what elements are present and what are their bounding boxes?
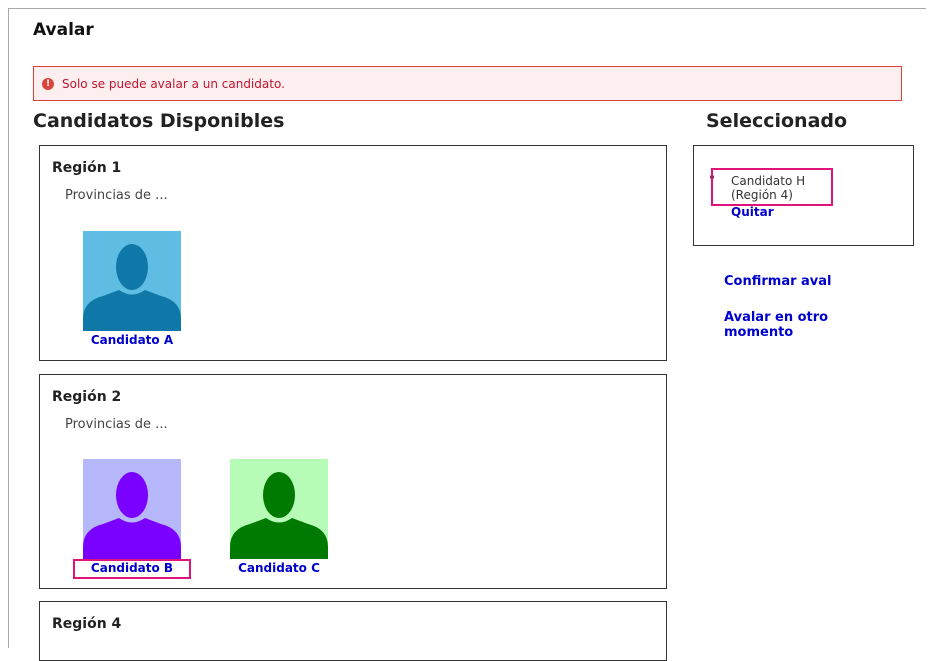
candidate-a-link[interactable]: Candidato A (83, 333, 181, 347)
candidate-card-c[interactable]: Candidato C (230, 459, 328, 575)
error-alert: ! Solo se puede avalar a un candidato. (33, 66, 902, 101)
candidate-card-b[interactable]: Candidato B (83, 459, 181, 575)
exclamation-circle-icon: ! (42, 77, 54, 90)
region-subtitle: Provincias de ... (65, 188, 168, 203)
candidate-b-highlight (73, 559, 191, 579)
selected-candidate-highlight (711, 168, 833, 206)
region-title: Región 4 (52, 616, 122, 632)
region-panel-2: Región 2 Provincias de ... Candidato B C… (39, 374, 667, 589)
candidate-a-avatar-icon[interactable] (83, 231, 181, 331)
endorse-later-line1: Avalar en otro (724, 310, 829, 325)
candidate-c-avatar-icon[interactable] (230, 459, 328, 559)
confirm-endorsement-link[interactable]: Confirmar aval (724, 274, 832, 289)
region-title: Región 1 (52, 160, 122, 176)
page-title: Avalar (33, 20, 94, 40)
remove-selected-link[interactable]: Quitar (731, 205, 774, 219)
endorse-later-line2: momento (724, 325, 794, 340)
candidate-c-link[interactable]: Candidato C (230, 561, 328, 575)
endorse-later-link[interactable]: Avalar en otro momento (724, 310, 828, 340)
available-candidates-heading: Candidatos Disponibles (33, 110, 285, 132)
region-title: Región 2 (52, 389, 122, 405)
selected-heading: Seleccionado (706, 110, 848, 132)
candidate-card-a[interactable]: Candidato A (83, 231, 181, 347)
region-subtitle: Provincias de ... (65, 417, 168, 432)
candidate-b-avatar-icon[interactable] (83, 459, 181, 559)
region-panel-4: Región 4 (39, 601, 667, 661)
alert-message: Solo se puede avalar a un candidato. (62, 76, 285, 91)
region-panel-1: Región 1 Provincias de ... Candidato A (39, 145, 667, 361)
